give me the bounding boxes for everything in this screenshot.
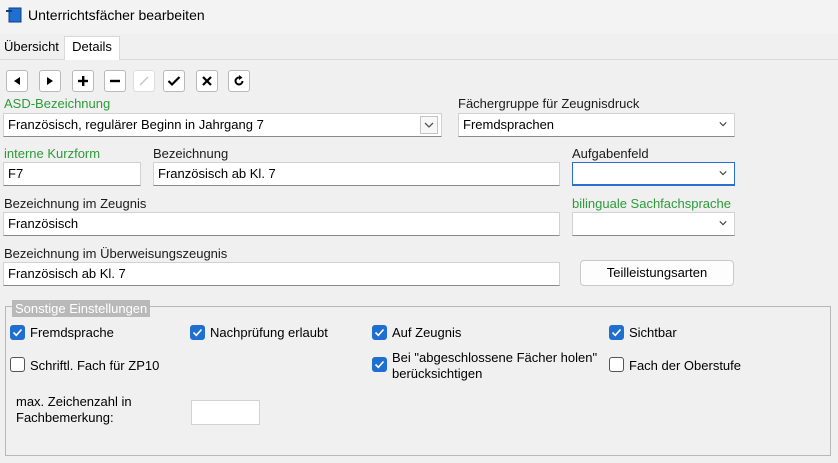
- zeugnis-label: Bezeichnung im Zeugnis: [4, 196, 147, 211]
- asd-label: ASD-Bezeichnung: [4, 96, 111, 111]
- max-zeichen-label-line1: max. Zeichenzahl in: [16, 394, 132, 409]
- abgeschlossen-checkbox[interactable]: [372, 357, 387, 372]
- chevron-down-icon: [424, 122, 434, 128]
- group-title: Sonstige Einstellungen: [12, 300, 151, 317]
- tab-strip: [0, 34, 838, 60]
- bilingual-select[interactable]: [572, 212, 735, 236]
- cancel-button[interactable]: [196, 70, 218, 92]
- app-icon: [6, 7, 22, 23]
- check-icon: [12, 328, 23, 337]
- aufzeugnis-checkbox[interactable]: [372, 325, 387, 340]
- remove-button[interactable]: [104, 70, 126, 92]
- teilleistungsarten-button[interactable]: Teilleistungsarten: [580, 260, 734, 286]
- chevron-down-icon: [719, 171, 727, 176]
- window-title: Unterrichtsfächer bearbeiten: [28, 7, 205, 23]
- kurzform-input[interactable]: F7: [3, 162, 141, 186]
- zp10-label: Schriftl. Fach für ZP10: [30, 358, 160, 373]
- faechergruppe-value: Fremdsprachen: [463, 117, 555, 132]
- abgeschlossen-label-line1: Bei "abgeschlossene Fächer holen": [392, 350, 598, 365]
- fremdsprache-checkbox[interactable]: [10, 325, 25, 340]
- minus-icon: [110, 79, 120, 83]
- oberstufe-checkbox[interactable]: [609, 357, 624, 372]
- close-icon: [202, 76, 212, 86]
- refresh-button[interactable]: [228, 70, 250, 92]
- confirm-button[interactable]: [163, 70, 185, 92]
- check-icon: [374, 328, 385, 337]
- chevron-down-icon: [719, 122, 727, 127]
- bezeichnung-input[interactable]: Französisch ab Kl. 7: [153, 162, 560, 186]
- abgeschlossen-label-line2: berücksichtigen: [392, 366, 483, 381]
- check-icon: [611, 328, 622, 337]
- aufgabenfeld-select[interactable]: [572, 162, 735, 186]
- prev-button[interactable]: [6, 70, 28, 92]
- asd-value: Französisch, regulärer Beginn in Jahrgan…: [8, 117, 264, 132]
- check-icon: [167, 76, 181, 87]
- pencil-icon: [139, 76, 149, 86]
- kurzform-label: interne Kurzform: [4, 146, 101, 161]
- oberstufe-label: Fach der Oberstufe: [629, 358, 741, 373]
- check-icon: [192, 328, 203, 337]
- add-button[interactable]: [72, 70, 94, 92]
- asd-select[interactable]: Französisch, regulärer Beginn in Jahrgan…: [3, 113, 442, 137]
- ueberweisung-label: Bezeichnung im Überweisungszeugnis: [4, 246, 228, 261]
- sichtbar-checkbox[interactable]: [609, 325, 624, 340]
- max-zeichen-label: max. Zeichenzahl in Fachbemerkung:: [16, 394, 132, 426]
- plus-icon: [78, 76, 88, 86]
- sichtbar-label: Sichtbar: [629, 325, 677, 340]
- aufgabenfeld-label: Aufgabenfeld: [572, 146, 649, 161]
- next-button[interactable]: [39, 70, 61, 92]
- zp10-checkbox[interactable]: [10, 357, 25, 372]
- aufzeugnis-label: Auf Zeugnis: [392, 325, 462, 340]
- ueberweisung-input[interactable]: Französisch ab Kl. 7: [3, 262, 560, 286]
- bezeichnung-label: Bezeichnung: [153, 146, 229, 161]
- bilingual-label: bilinguale Sachfachsprache: [572, 196, 731, 211]
- edit-button[interactable]: [133, 70, 155, 92]
- tab-details[interactable]: Details: [64, 36, 120, 61]
- asd-dropdown-button[interactable]: [420, 116, 438, 134]
- tab-uebersicht[interactable]: Übersicht: [0, 37, 63, 59]
- zeugnis-input[interactable]: Französisch: [3, 212, 560, 236]
- triangle-left-icon: [14, 77, 20, 85]
- max-zeichen-input[interactable]: [191, 400, 260, 425]
- max-zeichen-label-line2: Fachbemerkung:: [16, 410, 114, 425]
- faechergruppe-label: Fächergruppe für Zeugnisdruck: [458, 96, 640, 111]
- nachpruefung-label: Nachprüfung erlaubt: [210, 325, 328, 340]
- triangle-right-icon: [47, 77, 53, 85]
- abgeschlossen-label: Bei "abgeschlossene Fächer holen" berück…: [392, 350, 597, 382]
- faechergruppe-select[interactable]: Fremdsprachen: [458, 113, 735, 137]
- chevron-down-icon: [719, 221, 727, 226]
- refresh-icon: [234, 75, 244, 86]
- fremdsprache-label: Fremdsprache: [30, 325, 114, 340]
- check-icon: [374, 360, 385, 369]
- nachpruefung-checkbox[interactable]: [190, 325, 205, 340]
